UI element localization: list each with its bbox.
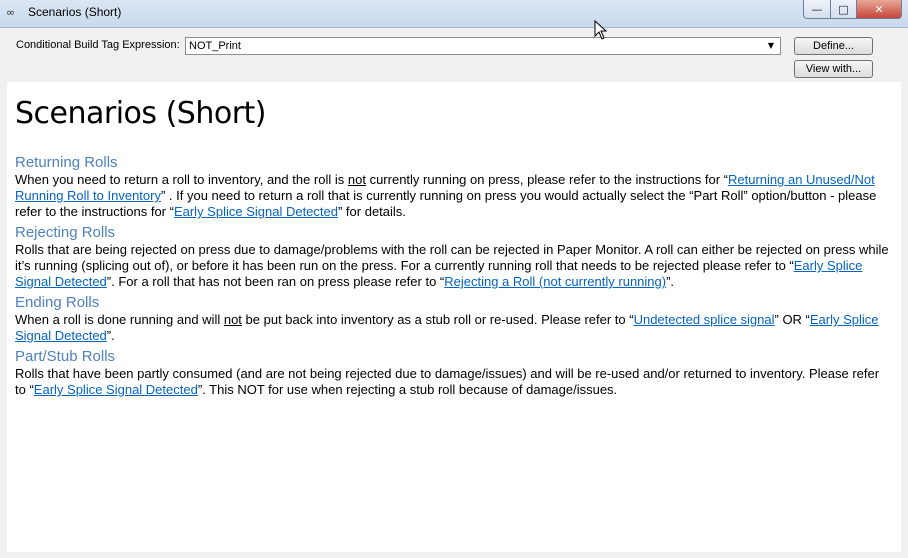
body-text: ” OR “ (774, 312, 810, 327)
body-text: ”. (106, 328, 115, 343)
section-heading: Returning Rolls (15, 154, 118, 171)
section-heading: Rejecting Rolls (15, 224, 116, 241)
close-button[interactable]: ✕ (857, 0, 902, 19)
body-text: When a roll is done running and will (15, 312, 224, 327)
maximize-icon: □ (838, 2, 849, 16)
section-heading: Part/Stub Rolls (15, 348, 116, 365)
minimize-button[interactable]: — (803, 0, 831, 19)
cbt-label: Conditional Build Tag Expression: (16, 39, 180, 51)
section: Ending Rolls When a roll is done running … (15, 294, 893, 344)
body-text: When you need to return a roll to invent… (15, 172, 348, 187)
body-text: ”. This NOT for use when rejecting a stu… (197, 382, 618, 397)
maximize-button[interactable]: □ (831, 0, 857, 19)
section: Returning Rolls When you need to return a… (15, 154, 893, 220)
body-text: ” for details. (337, 204, 406, 219)
section-text: When a roll is done running and will not… (15, 312, 893, 344)
section-text: Rolls that are being rejected on press d… (15, 242, 893, 290)
body-text: currently running on press, please refer… (365, 172, 728, 187)
close-icon: ✕ (874, 2, 884, 16)
section-heading: Ending Rolls (15, 294, 100, 311)
dropdown-arrow-icon[interactable]: ▼ (764, 39, 778, 53)
body-text: be put back into inventory as a stub rol… (241, 312, 634, 327)
section-text: When you need to return a roll to invent… (15, 172, 893, 220)
sections: Returning Rolls When you need to return a… (15, 154, 893, 398)
topic-link[interactable]: Rejecting a Roll (not currently running) (444, 274, 666, 289)
topic-body: Scenarios (Short) Returning Rolls When yo… (15, 82, 893, 398)
body-text: ”. For a roll that has not been ran on p… (106, 274, 445, 289)
body-text: Rolls that are being rejected on press d… (15, 242, 889, 273)
body-text: ”. (666, 274, 675, 289)
toolbar: Conditional Build Tag Expression: NOT_Pr… (7, 28, 901, 82)
section: Part/Stub Rolls Rolls that have been part… (15, 348, 893, 398)
emphasis-text: not (347, 172, 366, 187)
cbt-selected-value: NOT_Print (189, 40, 241, 52)
topic-link[interactable]: Undetected splice signal (634, 312, 775, 327)
cbt-expression-select[interactable]: NOT_Print ▼ (185, 37, 781, 55)
window-controls: — □ ✕ (803, 0, 902, 20)
section: Rejecting Rolls Rolls that are being reje… (15, 224, 893, 290)
define-button[interactable]: Define... (794, 37, 873, 55)
topic-link[interactable]: Early Splice Signal Detected (174, 204, 338, 219)
page-title: Scenarios (Short) (15, 96, 267, 131)
section-text: Rolls that have been partly consumed (an… (15, 366, 893, 398)
window-title: Scenarios (Short) (28, 5, 122, 19)
view-with-button[interactable]: View with... (794, 60, 873, 78)
minimize-icon: — (811, 2, 823, 16)
binoculars-icon: ∞ (6, 6, 16, 19)
topic-link[interactable]: Early Splice Signal Detected (34, 382, 198, 397)
topic-content[interactable]: Scenarios (Short) Returning Rolls When yo… (7, 82, 901, 552)
title-bar[interactable]: ∞ Scenarios (Short) — □ ✕ (0, 0, 908, 28)
mouse-pointer-icon (594, 20, 608, 40)
emphasis-text: not (223, 312, 242, 327)
